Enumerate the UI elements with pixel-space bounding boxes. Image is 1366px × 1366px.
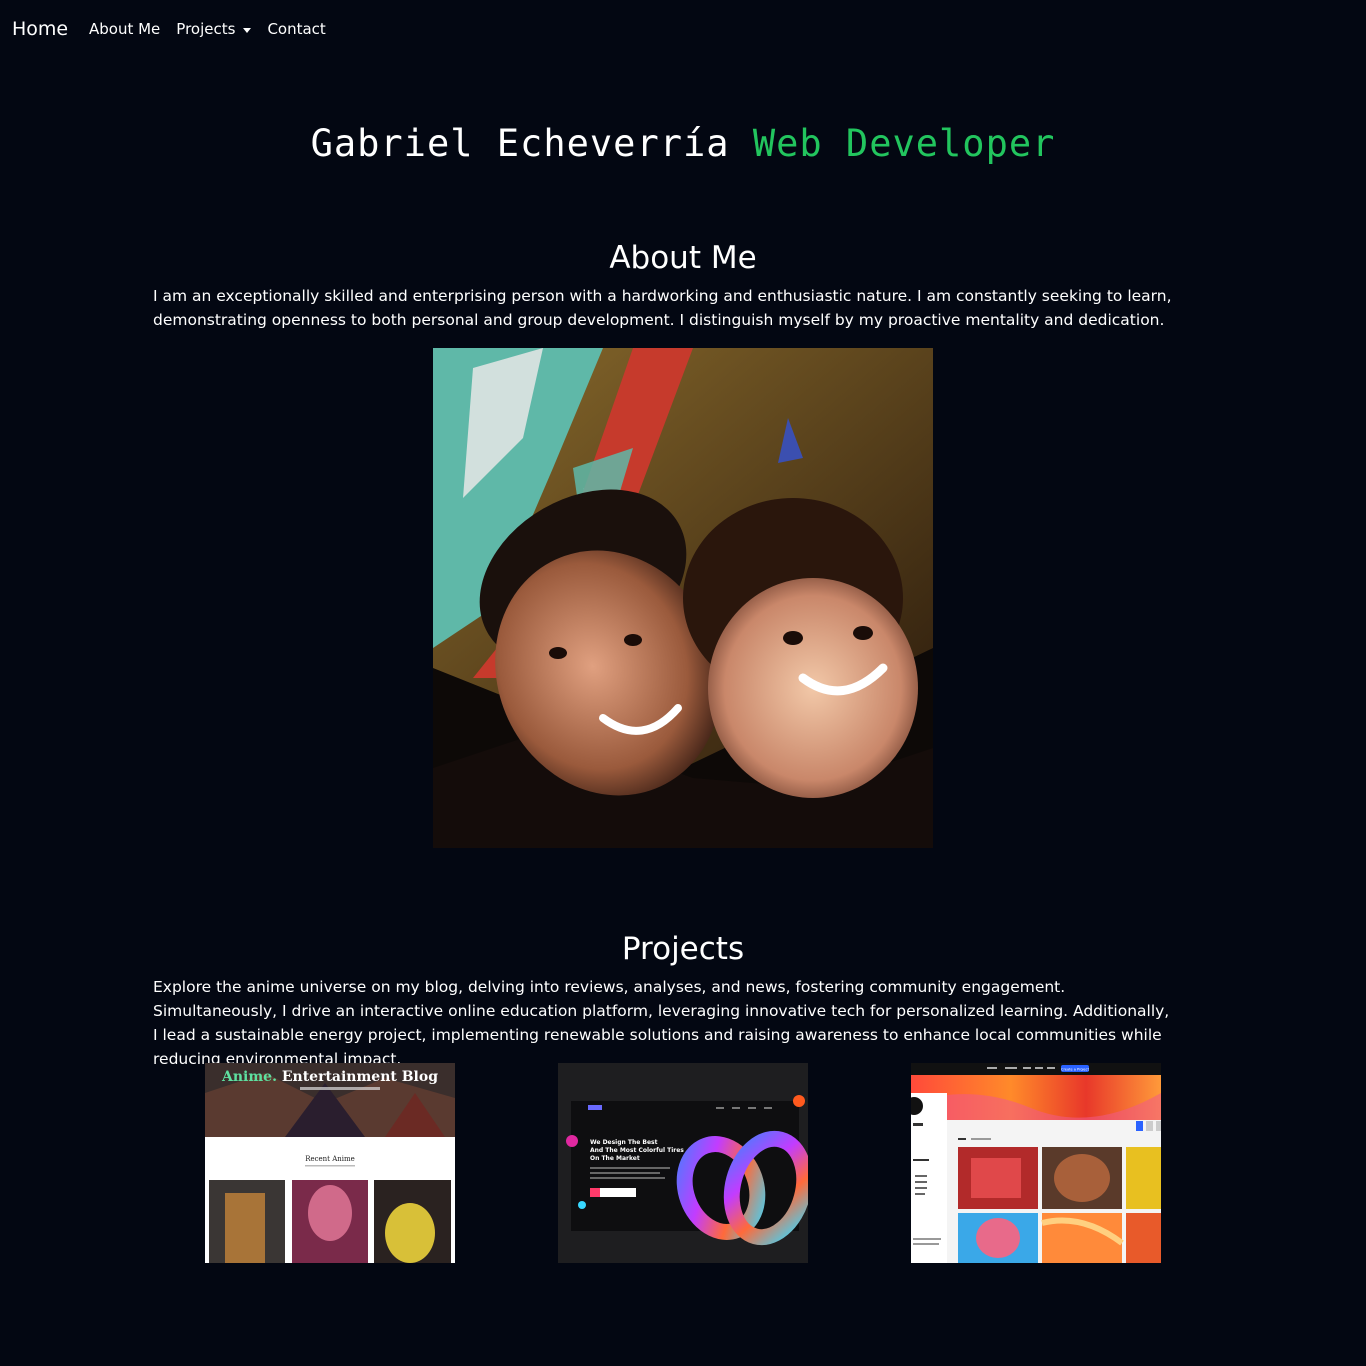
- hero-heading: Gabriel Echeverría Web Developer: [0, 120, 1366, 168]
- anime-blog-screenshot: Anime. Entertainment Blog Recent Anime: [205, 1063, 455, 1263]
- projects-title: Projects: [621, 931, 745, 967]
- anime-blog-section-label: Recent Anime: [305, 1155, 355, 1163]
- chevron-down-icon: [243, 27, 252, 33]
- tires-site-screenshot: We Design The Best And The Most Colorful…: [558, 1063, 808, 1263]
- project-thumb-gallery[interactable]: Create a Project: [911, 1063, 1161, 1263]
- tires-headline-2: And The Most Colorful Tires: [590, 1147, 684, 1154]
- profile-photo-image: [433, 348, 933, 848]
- nav-links: About Me Projects Contact: [89, 18, 326, 40]
- top-navbar: Home About Me Projects Contact: [0, 0, 1366, 57]
- gallery-site-screenshot: Create a Project: [911, 1063, 1161, 1263]
- project-thumb-tires[interactable]: We Design The Best And The Most Colorful…: [558, 1063, 808, 1263]
- about-title: About Me: [609, 240, 757, 276]
- project-thumb-anime-blog[interactable]: Anime. Entertainment Blog Recent Anime: [205, 1063, 455, 1263]
- about-text: I am an exceptionally skilled and enterp…: [153, 287, 1172, 329]
- nav-about-link[interactable]: About Me: [89, 18, 160, 40]
- nav-projects-label: Projects: [176, 20, 236, 38]
- hero-name: Gabriel Echeverría: [310, 122, 730, 165]
- anime-blog-title: Anime. Entertainment Blog: [221, 1069, 438, 1085]
- tires-headline-1: We Design The Best: [590, 1139, 658, 1146]
- nav-about-label: About Me: [89, 20, 161, 38]
- profile-photo: [433, 348, 933, 848]
- nav-contact-link[interactable]: Contact: [267, 18, 325, 40]
- hero-role: Web Developer: [752, 122, 1056, 165]
- tires-headline-3: On The Market: [590, 1155, 640, 1162]
- nav-contact-label: Contact: [267, 20, 326, 38]
- projects-text: Explore the anime universe on my blog, d…: [153, 978, 1170, 1068]
- nav-projects-dropdown[interactable]: Projects: [176, 18, 252, 40]
- create-project-button: Create a Project: [1061, 1068, 1090, 1072]
- nav-home-link[interactable]: Home: [12, 16, 68, 42]
